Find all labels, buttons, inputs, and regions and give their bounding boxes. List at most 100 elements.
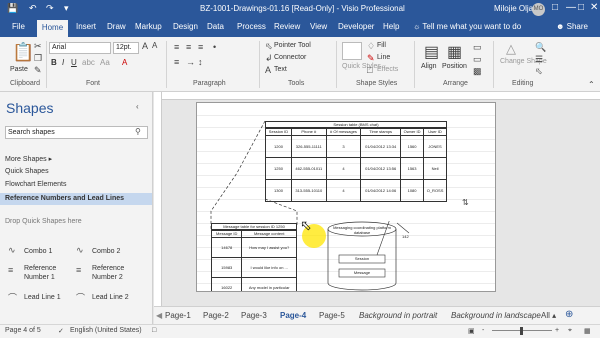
tab-process[interactable]: Process xyxy=(237,22,266,31)
reference-number-icon[interactable]: ≡ xyxy=(76,265,81,275)
tab-markup[interactable]: Markup xyxy=(135,22,162,31)
undo-icon[interactable]: ↶ xyxy=(29,3,37,14)
tab-file[interactable]: File xyxy=(12,22,25,31)
tab-home[interactable]: Home xyxy=(37,20,68,37)
fit-page-icon[interactable]: ▣ xyxy=(468,327,475,335)
text-tool-button[interactable]: Text xyxy=(274,66,287,73)
tab-help[interactable]: Help xyxy=(383,22,399,31)
grow-font-icon[interactable]: A xyxy=(142,41,148,51)
stencil-combo-1[interactable]: Combo 1 xyxy=(24,248,52,255)
fill-icon[interactable]: ♢ xyxy=(367,41,375,52)
tab-background-landscape[interactable]: Background in landscape xyxy=(451,311,541,320)
align-center-icon[interactable]: ≡ xyxy=(186,42,191,52)
page-number-status[interactable]: Page 4 of 5 xyxy=(5,327,41,334)
tab-background-portrait[interactable]: Background in portrait xyxy=(359,311,437,320)
stencil-combo-2[interactable]: Combo 2 xyxy=(92,248,120,255)
effects-button[interactable]: Effects xyxy=(377,66,398,73)
layers-icon[interactable]: ☰ xyxy=(535,54,543,65)
collapse-ribbon-icon[interactable]: ⌃ xyxy=(588,80,595,89)
indent-icon[interactable]: → xyxy=(186,57,195,67)
tab-draw[interactable]: Draw xyxy=(107,22,126,31)
reference-number-icon[interactable]: ≡ xyxy=(8,265,13,275)
tell-me-search[interactable]: ☼ Tell me what you want to do xyxy=(413,22,521,31)
find-icon[interactable]: 🔍 xyxy=(535,42,546,53)
maximize-icon[interactable]: □ xyxy=(578,2,584,13)
connector-icon[interactable]: ↲ xyxy=(265,53,273,64)
quick-styles-label[interactable]: Quick Styles xyxy=(342,63,381,70)
position-button[interactable]: Position xyxy=(442,63,467,70)
pane-collapse-icon[interactable]: ‹ xyxy=(136,102,139,111)
bring-forward-icon[interactable]: ▭ xyxy=(473,42,482,53)
tab-view[interactable]: View xyxy=(310,22,327,31)
rotate-handle-icon[interactable]: ⇅ xyxy=(462,198,469,207)
shrink-font-icon[interactable]: A xyxy=(152,41,157,50)
tab-page-1[interactable]: Page-1 xyxy=(165,311,191,320)
case-icon[interactable]: Aa xyxy=(100,58,110,67)
more-shapes-item[interactable]: More Shapes ▸ xyxy=(5,155,52,163)
font-size-select[interactable]: 12pt. xyxy=(113,42,139,54)
align-icon[interactable]: ▤ xyxy=(424,42,439,62)
minimize-icon[interactable]: — xyxy=(566,2,576,13)
zoom-level[interactable]: ⌖ xyxy=(568,327,572,335)
tab-developer[interactable]: Developer xyxy=(338,22,374,31)
flowchart-elements-item[interactable]: Flowchart Elements xyxy=(5,181,66,188)
tab-page-3[interactable]: Page-3 xyxy=(241,311,267,320)
bullets-icon[interactable]: • xyxy=(213,42,216,52)
zoom-out-button[interactable]: - xyxy=(482,327,484,334)
combo-icon[interactable]: ∿ xyxy=(8,245,16,256)
text-direction-icon[interactable]: ↕ xyxy=(198,57,203,67)
pointer-tool-button[interactable]: Pointer Tool xyxy=(274,42,311,49)
stencil-reference-number-1[interactable]: Reference Number 1 xyxy=(24,264,70,282)
tab-review[interactable]: Review xyxy=(274,22,300,31)
close-icon[interactable]: ✕ xyxy=(590,2,598,13)
lead-line-icon[interactable]: ⌒ xyxy=(8,291,17,304)
zoom-slider-thumb[interactable] xyxy=(520,327,523,335)
line-button[interactable]: Line xyxy=(377,54,390,61)
tab-page-5[interactable]: Page-5 xyxy=(319,311,345,320)
all-pages-button[interactable]: All ▴ xyxy=(541,311,556,320)
drawing-page[interactable]: Session table (BMS chat) Session ID Phon… xyxy=(196,102,496,292)
font-name-select[interactable]: Arial xyxy=(49,42,111,54)
avatar[interactable]: MO xyxy=(532,3,545,16)
position-icon[interactable]: ▦ xyxy=(447,42,462,62)
session-table[interactable]: Session table (BMS chat) Session ID Phon… xyxy=(265,121,447,202)
share-button[interactable]: ☻ Share xyxy=(556,22,588,31)
send-backward-icon[interactable]: ▭ xyxy=(473,54,482,65)
macro-icon[interactable]: □ xyxy=(152,327,156,334)
tab-page-4[interactable]: Page-4 xyxy=(280,311,306,320)
insert-page-icon[interactable]: ⊕ xyxy=(565,309,573,320)
stencil-lead-line-2[interactable]: Lead Line 2 xyxy=(92,294,129,301)
align-button[interactable]: Align xyxy=(421,63,437,70)
message-table[interactable]: Message table for session ID 1250 Messag… xyxy=(210,223,297,291)
lead-line-icon[interactable]: ⌒ xyxy=(76,291,85,304)
font-color-icon[interactable]: A xyxy=(122,58,127,67)
italic-icon[interactable]: I xyxy=(62,58,64,67)
search-icon[interactable]: ⚲ xyxy=(135,127,141,136)
customize-icon[interactable]: ▾ xyxy=(64,3,69,14)
align-left-icon[interactable]: ≡ xyxy=(174,42,179,52)
switch-windows-icon[interactable]: ▦ xyxy=(584,327,591,335)
quick-shapes-item[interactable]: Quick Shapes xyxy=(5,168,49,175)
change-shape-icon[interactable]: △ xyxy=(506,41,516,57)
spelling-icon[interactable]: ✓ xyxy=(58,327,64,335)
line-icon[interactable]: ✎ xyxy=(367,53,375,64)
tab-data[interactable]: Data xyxy=(207,22,224,31)
tab-page-2[interactable]: Page-2 xyxy=(203,311,229,320)
ribbon-display-icon[interactable]: □ xyxy=(552,2,558,13)
quick-styles-gallery[interactable] xyxy=(342,42,362,60)
paste-icon[interactable]: 📋 xyxy=(12,42,34,63)
stencil-reference-number-2[interactable]: Reference Number 2 xyxy=(92,264,138,282)
pointer-tool-icon[interactable]: ⬁ xyxy=(265,41,273,52)
select-icon[interactable]: ⬁ xyxy=(535,66,543,77)
effects-icon[interactable]: □ xyxy=(367,65,372,75)
stencil-lead-line-1[interactable]: Lead Line 1 xyxy=(24,294,61,301)
text-tool-icon[interactable]: A xyxy=(265,65,271,75)
group-icon[interactable]: ▩ xyxy=(473,66,482,77)
redo-icon[interactable]: ↷ xyxy=(46,3,54,14)
align-right-icon[interactable]: ≡ xyxy=(198,42,203,52)
search-shapes-input[interactable]: Search shapes xyxy=(5,126,148,139)
paste-button[interactable]: Paste xyxy=(10,66,28,73)
underline-icon[interactable]: U xyxy=(71,58,77,67)
strikethrough-icon[interactable]: abc xyxy=(82,58,95,67)
connector-button[interactable]: Connector xyxy=(274,54,306,61)
